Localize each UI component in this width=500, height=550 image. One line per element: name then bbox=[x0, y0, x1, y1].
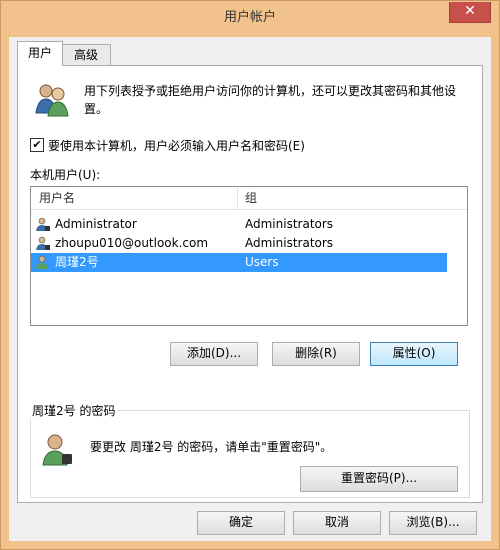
row-group: Users bbox=[245, 255, 279, 269]
tab-users[interactable]: 用户 bbox=[17, 41, 63, 66]
remove-user-button[interactable]: 删除(R) bbox=[272, 342, 360, 366]
list-header: 用户名 组 bbox=[31, 187, 467, 210]
row-group: Administrators bbox=[245, 236, 334, 250]
title-bar[interactable]: 用户帐户 ✕ bbox=[1, 1, 499, 35]
users-list-label: 本机用户(U): bbox=[30, 168, 101, 182]
intro-text: 用下列表授予或拒绝用户访问你的计算机，还可以更改其密码和其他设置。 bbox=[84, 84, 457, 116]
properties-button[interactable]: 属性(O) bbox=[370, 342, 458, 366]
row-username: Administrator bbox=[55, 217, 137, 231]
password-instruction-text: 要更改 周瑾2号 的密码，请单击"重置密码"。 bbox=[90, 440, 333, 454]
password-group-title: 周瑾2号 的密码 bbox=[30, 402, 118, 419]
require-password-label: 要使用本计算机，用户必须输入用户名和密码(E) bbox=[48, 139, 305, 153]
table-row[interactable]: zhoupu010@outlook.com Administrators bbox=[31, 234, 447, 253]
close-button[interactable]: ✕ bbox=[449, 2, 491, 23]
add-user-button[interactable]: 添加(D)... bbox=[170, 342, 258, 366]
row-username: zhoupu010@outlook.com bbox=[55, 236, 209, 250]
column-header-username[interactable]: 用户名 bbox=[39, 187, 75, 209]
row-group: Administrators bbox=[245, 217, 334, 231]
browse-button[interactable]: 浏览(B)... bbox=[389, 511, 477, 535]
dialog-client: 用户 高级 用下列表授予或拒绝用户访问你的计算机，还可以更改其密码和其他设置。 … bbox=[9, 37, 491, 541]
cancel-button[interactable]: 取消 bbox=[293, 511, 381, 535]
column-header-group[interactable]: 组 bbox=[245, 187, 257, 209]
users-list[interactable]: 用户名 组 Administrator Administrators zhoup… bbox=[30, 186, 468, 326]
tab-advanced[interactable]: 高级 bbox=[61, 44, 111, 65]
table-row[interactable]: Administrator Administrators bbox=[31, 215, 447, 234]
reset-password-button[interactable]: 重置密码(P)... bbox=[300, 466, 458, 492]
ok-button[interactable]: 确定 bbox=[197, 511, 285, 535]
close-icon: ✕ bbox=[464, 3, 476, 19]
user-accounts-window: 用户帐户 ✕ 用户 高级 用下列表授予或拒绝用户访问你的计算机，还可以更改其密码… bbox=[0, 0, 500, 550]
user-icon bbox=[35, 255, 51, 276]
user-password-icon bbox=[40, 432, 74, 469]
users-group-icon bbox=[34, 81, 70, 120]
require-password-checkbox[interactable]: ✔ bbox=[30, 138, 44, 152]
table-row-selected[interactable]: 周瑾2号 Users bbox=[31, 253, 447, 272]
window-title: 用户帐户 bbox=[223, 10, 276, 25]
row-username: 周瑾2号 bbox=[55, 255, 99, 269]
users-tab-panel: 用下列表授予或拒绝用户访问你的计算机，还可以更改其密码和其他设置。 ✔ 要使用本… bbox=[17, 65, 483, 503]
column-divider[interactable] bbox=[237, 187, 238, 209]
